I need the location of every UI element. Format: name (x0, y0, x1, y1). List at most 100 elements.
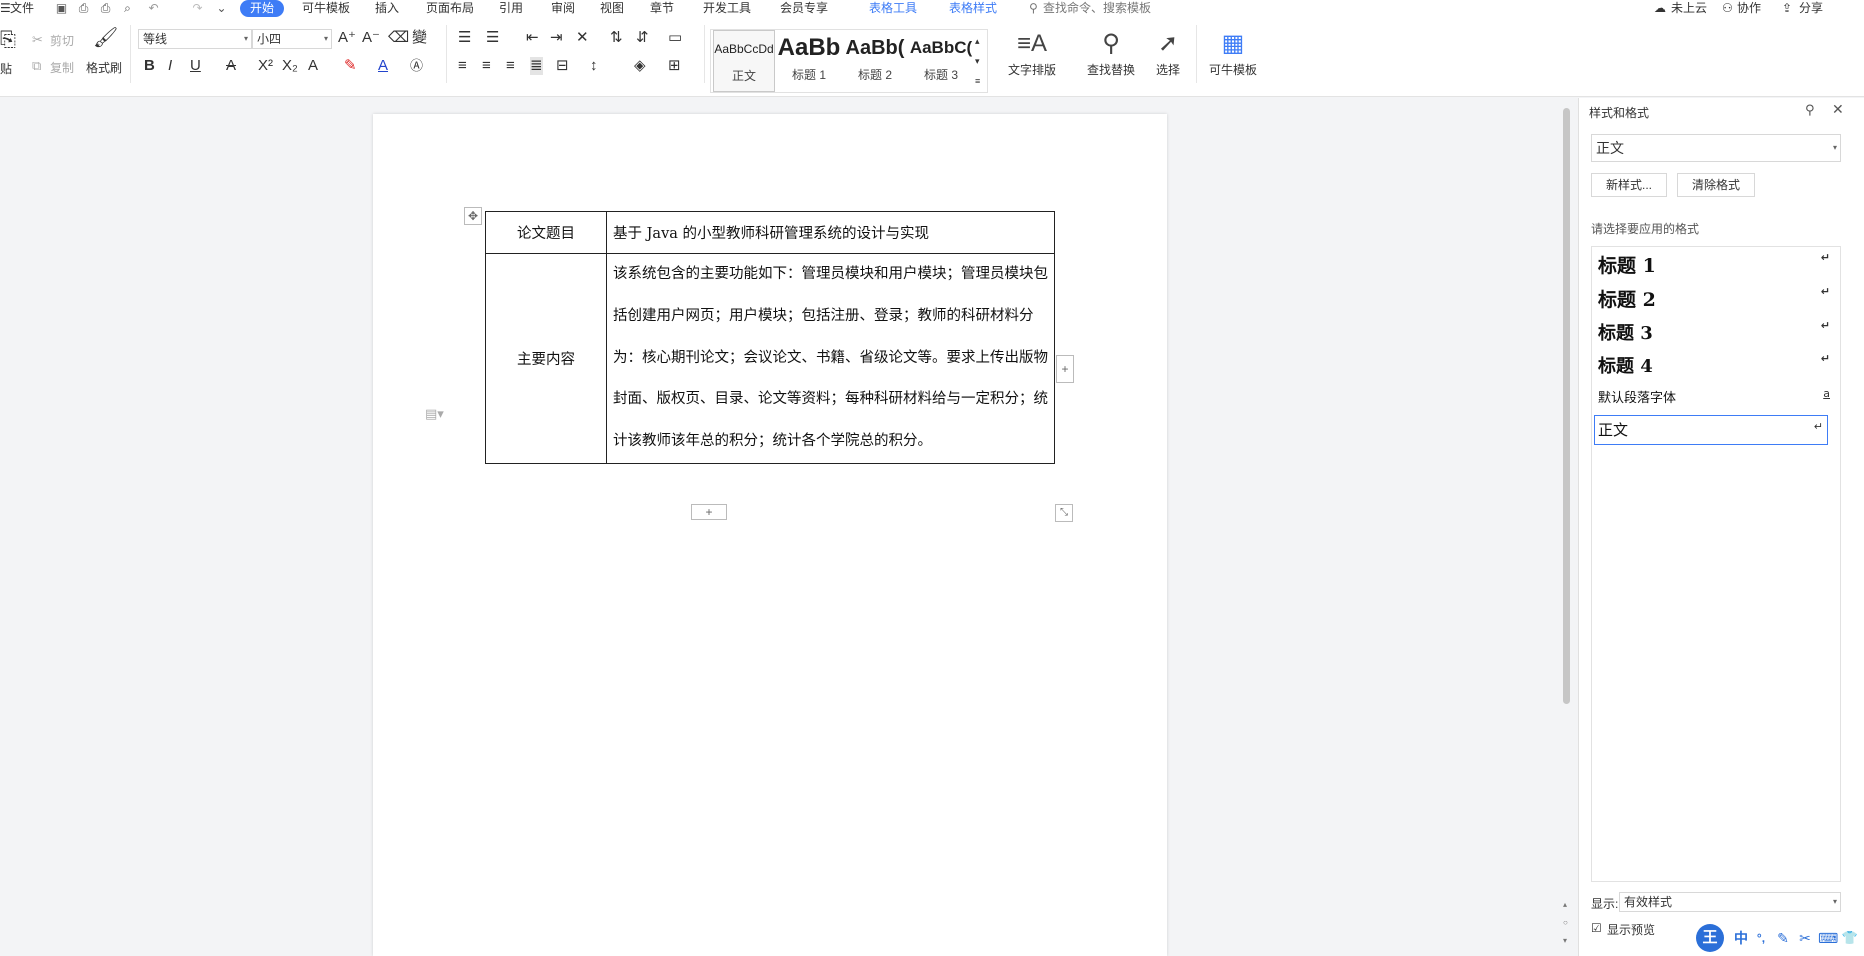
undo-icon[interactable]: ↶ (146, 1, 161, 15)
text-layout-button[interactable]: ≡A 文字排版 (1000, 27, 1064, 78)
ime-screenshot-icon[interactable]: ✂ (1796, 927, 1814, 949)
tab-page-layout[interactable]: 页面布局 (426, 0, 474, 17)
style-item-heading-4[interactable]: 标题 4 ↵ (1598, 352, 1830, 378)
bullet-list-icon[interactable]: ☰ (458, 29, 471, 47)
align-center-icon[interactable]: ≡ (482, 57, 491, 75)
table-cell-label[interactable]: 论文题目 (485, 211, 607, 254)
customize-toolbar-icon[interactable]: ⌄ (214, 1, 229, 15)
tab-review[interactable]: 审阅 (551, 0, 575, 17)
char-border-icon[interactable]: Ⓐ (410, 57, 423, 75)
file-menu[interactable]: 文件 (10, 0, 34, 17)
sort-icon[interactable]: ⇵ (636, 29, 649, 47)
close-icon[interactable]: ✕ (1832, 101, 1844, 118)
scroll-up-icon[interactable]: ▴ (1563, 900, 1567, 909)
chinese-layout-icon[interactable]: ✕ (576, 29, 589, 47)
resize-table-icon[interactable]: ⤡ (1055, 504, 1073, 522)
table-cell-label[interactable]: 主要内容 (485, 253, 607, 464)
align-right-icon[interactable]: ≡ (506, 57, 515, 75)
tab-insert[interactable]: 插入 (375, 0, 399, 17)
cut-icon[interactable]: ✂ (32, 31, 43, 49)
align-left-icon[interactable]: ≡ (458, 57, 467, 75)
underline-icon[interactable]: U (190, 57, 201, 75)
ime-punctuation-icon[interactable]: °, (1752, 927, 1770, 949)
clear-format-button[interactable]: 清除格式 (1677, 173, 1755, 197)
style-heading-1[interactable]: AaBb 标题 1 (777, 30, 841, 92)
expand-gallery-icon[interactable]: ≡ (975, 72, 980, 90)
format-painter-button[interactable]: 格式刷 (86, 59, 122, 76)
ruler-icon[interactable]: ▭ (668, 29, 682, 47)
superscript-icon[interactable]: X² (258, 57, 273, 75)
preview-checkbox[interactable]: ☑ (1591, 921, 1602, 935)
print-icon[interactable]: ⎙ (98, 1, 113, 15)
copy-icon[interactable]: ⧉ (32, 57, 41, 75)
command-search-input[interactable]: 查找命令、搜索模板 (1043, 0, 1151, 17)
increase-indent-icon[interactable]: ⇥ (550, 29, 563, 47)
ime-mode[interactable]: 中 (1732, 927, 1750, 949)
distribute-icon[interactable]: ⊟ (556, 57, 569, 75)
move-table-icon[interactable]: ✥ (464, 207, 482, 225)
print-preview-icon[interactable]: ⌕ (120, 1, 135, 15)
strikethrough-icon[interactable]: A (226, 57, 236, 75)
style-normal[interactable]: AaBbCcDd 正文 (713, 30, 775, 92)
justify-icon[interactable]: ≣ (530, 57, 543, 75)
find-replace-button[interactable]: ⚲ 查找替换 (1078, 27, 1144, 78)
ime-keyboard-icon[interactable]: ⌨ (1818, 927, 1838, 949)
tab-references[interactable]: 引用 (499, 0, 523, 17)
vertical-scrollbar[interactable]: ▴ ○ ▾ (1560, 98, 1574, 956)
line-spacing-icon[interactable]: ↕ (590, 57, 598, 75)
tab-developer[interactable]: 开发工具 (703, 0, 751, 17)
tab-chapter[interactable]: 章节 (650, 0, 674, 17)
numbered-list-icon[interactable]: ☰ (486, 29, 499, 47)
pin-icon[interactable]: ⚲ (1805, 102, 1815, 118)
tab-table-tools[interactable]: 表格工具 (869, 0, 917, 17)
collab-button[interactable]: 协作 (1737, 0, 1761, 17)
clear-format-icon[interactable]: ⌫ (388, 29, 409, 47)
shading-icon[interactable]: ◈ (634, 57, 646, 75)
tab-kaniu-template[interactable]: 可牛模板 (302, 0, 350, 17)
add-column-icon[interactable]: + (1056, 355, 1074, 383)
style-heading-3[interactable]: AaBbC( 标题 3 (909, 30, 973, 92)
font-size-select[interactable]: 小四 ▾ (252, 29, 332, 49)
style-item-heading-3[interactable]: 标题 3 ↵ (1598, 319, 1830, 345)
scroll-down-icon[interactable]: ▾ (1563, 936, 1567, 945)
table-cell-value[interactable]: 基于 Java 的小型教师科研管理系统的设计与实现 (606, 211, 1055, 254)
chevron-down-icon[interactable]: ▾ (975, 52, 980, 70)
tab-member[interactable]: 会员专享 (780, 0, 828, 17)
ime-skin-icon[interactable]: 👕 (1840, 927, 1860, 949)
save-icon[interactable]: ▣ (54, 1, 69, 15)
paragraph-options-icon[interactable]: ▤▾ (425, 406, 444, 422)
borders-icon[interactable]: ⊞ (668, 57, 681, 75)
font-color-icon[interactable]: A (378, 57, 388, 75)
show-filter-select[interactable]: 有效样式 ▾ (1619, 892, 1841, 912)
ime-handwrite-icon[interactable]: ✎ (1774, 927, 1792, 949)
style-item-heading-2[interactable]: 标题 2 ↵ (1598, 285, 1830, 311)
phonetic-guide-icon[interactable]: 變 (412, 29, 427, 47)
scrollbar-thumb[interactable] (1563, 108, 1570, 704)
grow-font-icon[interactable]: A⁺ (338, 29, 356, 47)
highlight-icon[interactable]: ✎ (344, 57, 357, 75)
paste-button[interactable]: 贴 (0, 60, 12, 77)
panel-title[interactable]: 样式和格式 (1589, 104, 1649, 121)
paste-icon[interactable]: ⎘ (0, 30, 16, 50)
current-style-select[interactable]: 正文 ▾ (1591, 134, 1841, 162)
copy-button[interactable]: 复制 (50, 59, 74, 76)
cut-button[interactable]: 剪切 (50, 32, 74, 49)
subscript-icon[interactable]: X₂ (282, 57, 298, 75)
redo-icon[interactable]: ↷ (190, 1, 205, 15)
ime-logo-icon[interactable]: 王 (1696, 924, 1724, 952)
document-page[interactable]: ✥ ▤▾ 论文题目 基于 Java 的小型教师科研管理系统的设计与实现 主要内容… (373, 114, 1167, 956)
text-direction-icon[interactable]: ⇅ (610, 29, 623, 47)
style-item-default-font[interactable]: 默认段落字体 a (1598, 387, 1830, 407)
chevron-up-icon[interactable]: ▴ (975, 32, 980, 50)
new-style-button[interactable]: 新样式... (1591, 173, 1667, 197)
style-item-heading-1[interactable]: 标题 1 ↵ (1598, 251, 1830, 277)
style-item-normal[interactable]: 正文 ↵ (1594, 415, 1828, 445)
template-button[interactable]: ▦ 可牛模板 (1204, 27, 1262, 78)
decrease-indent-icon[interactable]: ⇤ (526, 29, 539, 47)
tab-view[interactable]: 视图 (600, 0, 624, 17)
cloud-status[interactable]: 未上云 (1671, 0, 1707, 17)
scroll-mid-icon[interactable]: ○ (1563, 918, 1568, 927)
add-row-icon[interactable]: + (691, 504, 727, 520)
font-name-select[interactable]: 等线 ▾ (138, 29, 252, 49)
share-button[interactable]: 分享 (1799, 0, 1823, 17)
